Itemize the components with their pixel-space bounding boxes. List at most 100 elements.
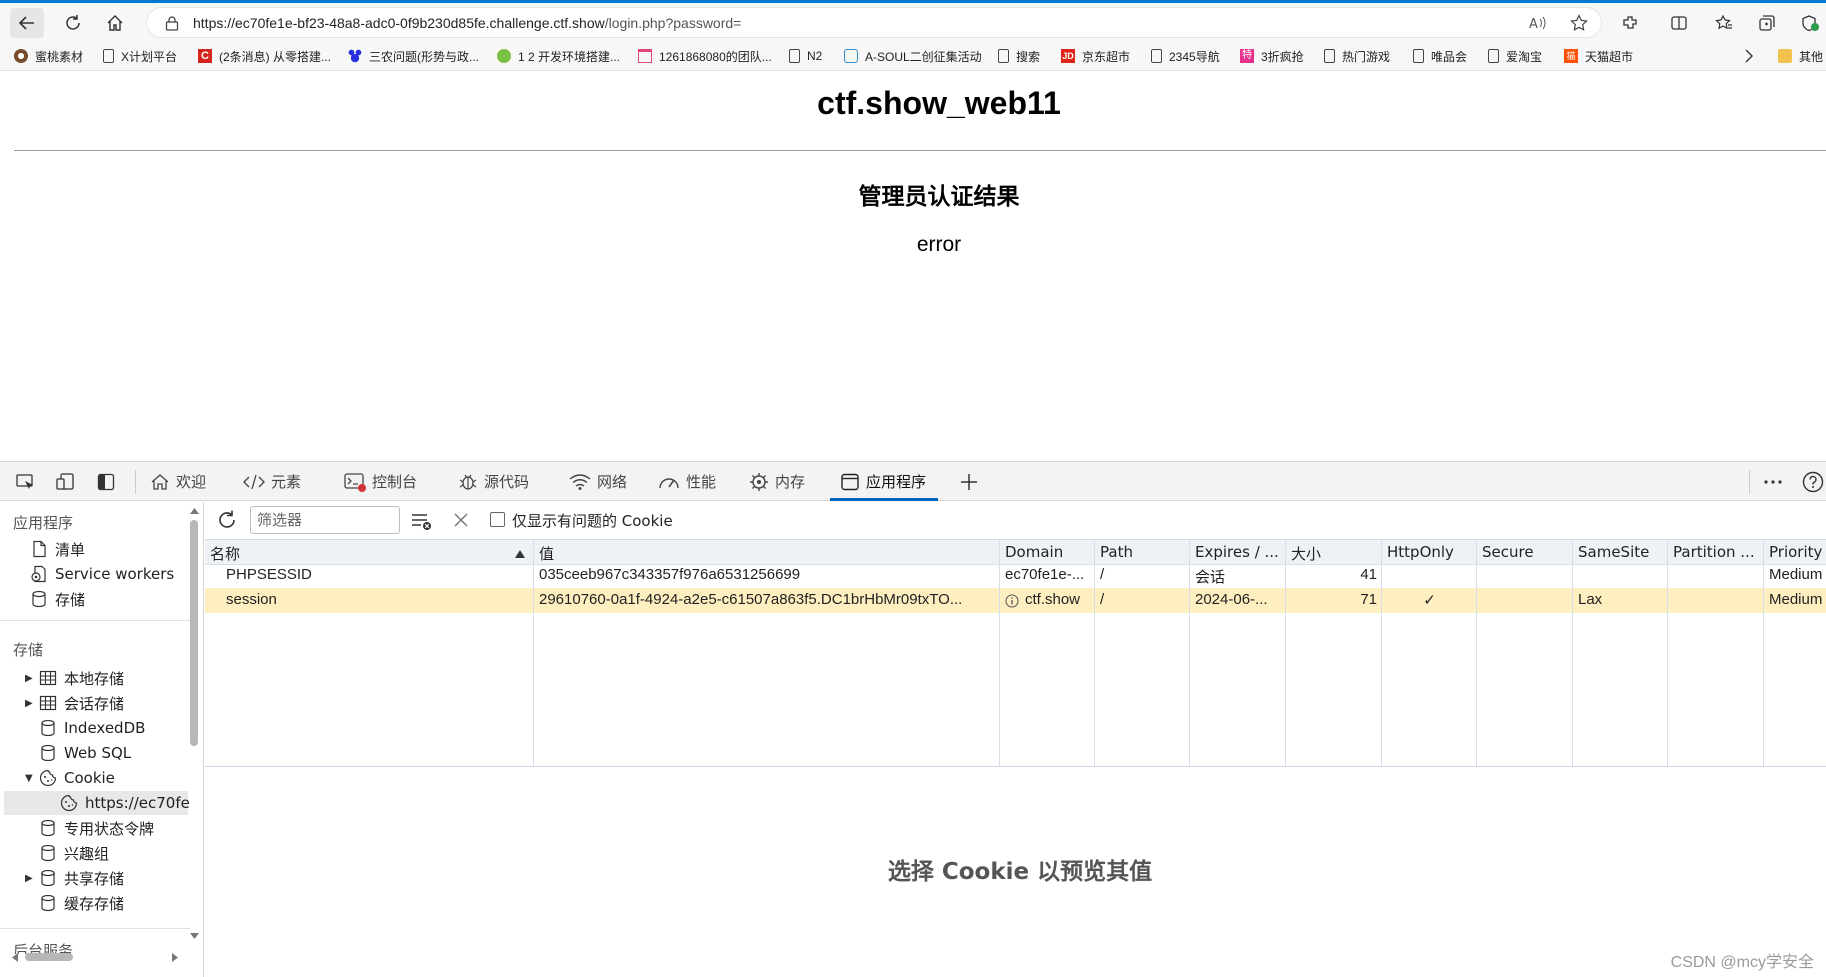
bookmark-item[interactable]: JD 京东超市 (1061, 47, 1130, 65)
clear-all-cookies-icon[interactable] (411, 511, 433, 531)
scroll-down-arrow-icon[interactable] (190, 933, 199, 939)
dock-side-button[interactable] (93, 469, 119, 495)
sidebar-item-interest-groups[interactable]: 兴趣组 (39, 842, 109, 864)
sidebar-scrollbar[interactable] (190, 520, 198, 746)
help-button[interactable] (1800, 469, 1826, 495)
sidebar-item-private-state-tokens[interactable]: 专用状态令牌 (39, 817, 154, 839)
header-priority[interactable]: Priority (1764, 540, 1826, 565)
tab-elements[interactable]: 元素 (243, 462, 301, 501)
collections-icon[interactable] (1758, 14, 1776, 32)
bookmark-item[interactable]: 爱淘宝 (1488, 47, 1542, 65)
sort-ascending-icon[interactable] (515, 550, 525, 558)
tab-label: 性能 (686, 473, 717, 491)
database-icon (32, 590, 46, 608)
header-name[interactable]: 名称 (205, 540, 534, 565)
sidebar-item-cookie[interactable]: ▼ Cookie (25, 767, 115, 789)
header-secure[interactable]: Secure (1477, 540, 1573, 565)
bookmark-label: 三农问题(形势与政... (369, 49, 479, 64)
bookmark-item[interactable]: 蜜桃素材 (14, 47, 83, 65)
tab-network[interactable]: 网络 (569, 462, 627, 501)
bookmark-label: 3折疯抢 (1261, 49, 1304, 64)
device-emulation-button[interactable] (53, 469, 79, 495)
header-domain[interactable]: Domain (1000, 540, 1095, 565)
only-issues-checkbox[interactable] (490, 512, 505, 527)
header-samesite[interactable]: SameSite (1573, 540, 1668, 565)
header-expires[interactable]: Expires / ... (1190, 540, 1286, 565)
scroll-up-arrow-icon[interactable] (190, 508, 199, 514)
bookmark-folder-other[interactable]: 其他 (1778, 47, 1823, 65)
bookmark-item[interactable]: 三农问题(形势与政... (348, 47, 479, 65)
sidebar-item-label: 存储 (55, 590, 86, 609)
tab-memory[interactable]: 内存 (749, 462, 805, 501)
tab-performance[interactable]: 性能 (658, 462, 716, 501)
inspect-tool-button[interactable] (13, 469, 39, 495)
home-button[interactable] (98, 8, 132, 38)
bookmark-item[interactable]: 热门游戏 (1324, 47, 1390, 65)
more-tools-button[interactable] (956, 469, 982, 495)
tab-welcome[interactable]: 欢迎 (150, 462, 206, 501)
back-button[interactable] (10, 8, 44, 38)
tab-sources[interactable]: 源代码 (458, 462, 529, 501)
refresh-icon[interactable] (216, 509, 238, 531)
sidebar-item-local-storage[interactable]: ▶ 本地存储 (25, 667, 124, 689)
bookmark-item[interactable]: X计划平台 (103, 47, 177, 65)
plus-icon (961, 474, 977, 490)
sidebar-item-shared-storage[interactable]: ▶ 共享存储 (25, 867, 124, 889)
read-aloud-icon[interactable]: A (1529, 15, 1547, 31)
toolbar-divider (135, 470, 136, 494)
bookmark-item[interactable]: 唯品会 (1413, 47, 1467, 65)
bookmark-item[interactable]: 1 2 开发环境搭建... (497, 47, 620, 65)
sidebar-horizontal-scrollbar[interactable] (25, 953, 73, 961)
bookmark-item[interactable]: A-SOUL二创征集活动 (844, 47, 982, 65)
sidebar-divider (0, 620, 190, 621)
expand-triangle-icon[interactable]: ▶ (25, 698, 39, 709)
cookie-filter-input[interactable] (250, 506, 400, 534)
info-icon[interactable] (1005, 594, 1019, 608)
sidebar-item-session-storage[interactable]: ▶ 会话存储 (25, 692, 124, 714)
collapse-triangle-icon[interactable]: ▼ (25, 773, 39, 784)
only-issues-label: 仅显示有问题的 Cookie (512, 512, 673, 530)
header-size[interactable]: 大小 (1286, 540, 1382, 565)
sidebar-item-storage[interactable]: 存储 (30, 588, 85, 610)
delete-selected-icon[interactable] (453, 512, 469, 528)
sidebar-item-cache-storage[interactable]: 缓存存储 (39, 892, 124, 914)
sidebar-item-cookie-origin[interactable]: https://ec70fe (60, 792, 190, 814)
expand-triangle-icon[interactable]: ▶ (25, 673, 39, 684)
folder-icon (1778, 49, 1792, 63)
address-bar[interactable]: https://ec70fe1e-bf23-48a8-adc0-0f9b230d… (146, 7, 1602, 38)
more-horizontal-icon (1764, 480, 1782, 484)
bookmark-item[interactable]: 2345导航 (1151, 47, 1220, 65)
browser-essentials-icon[interactable] (1800, 14, 1820, 32)
header-httponly[interactable]: HttpOnly (1382, 540, 1477, 565)
chevron-right-icon[interactable] (1744, 49, 1754, 63)
sidebar-item-service-workers[interactable]: Service workers (30, 563, 174, 585)
bookmark-item[interactable]: N2 (789, 47, 822, 65)
extensions-icon[interactable] (1621, 14, 1639, 32)
tab-application[interactable]: 应用程序 (830, 462, 939, 501)
sidebar-item-indexeddb[interactable]: IndexedDB (39, 717, 145, 739)
bookmark-item[interactable]: 猫天猫超市 (1564, 47, 1633, 65)
header-value[interactable]: 值 (534, 540, 1000, 565)
scroll-left-arrow-icon[interactable] (12, 953, 18, 962)
bookmark-label: 唯品会 (1431, 49, 1468, 64)
home-icon (107, 15, 123, 31)
expand-triangle-icon[interactable]: ▶ (25, 873, 39, 884)
refresh-button[interactable] (56, 8, 90, 38)
bug-icon (459, 474, 477, 490)
bookmark-label: N2 (807, 49, 823, 63)
customize-button[interactable] (1760, 469, 1786, 495)
grid-table-icon (39, 695, 57, 711)
bookmark-item[interactable]: C (2条消息) 从零搭建... (198, 47, 331, 65)
sidebar-item-manifest[interactable]: 清单 (30, 538, 85, 560)
tab-console[interactable]: 控制台 (344, 462, 417, 501)
bookmark-item[interactable]: 搜索 (998, 47, 1040, 65)
bookmark-item[interactable]: 特 3折疯抢 (1240, 47, 1304, 65)
header-partition[interactable]: Partition ... (1668, 540, 1764, 565)
sidebar-item-web-sql[interactable]: Web SQL (39, 742, 131, 764)
favorite-star-icon[interactable] (1570, 14, 1588, 32)
split-screen-icon[interactable] (1670, 14, 1688, 32)
favorites-icon[interactable] (1715, 14, 1733, 32)
bookmark-item[interactable]: 1261868080的团队... (638, 47, 772, 65)
header-path[interactable]: Path (1095, 540, 1190, 565)
scroll-right-arrow-icon[interactable] (172, 953, 178, 962)
